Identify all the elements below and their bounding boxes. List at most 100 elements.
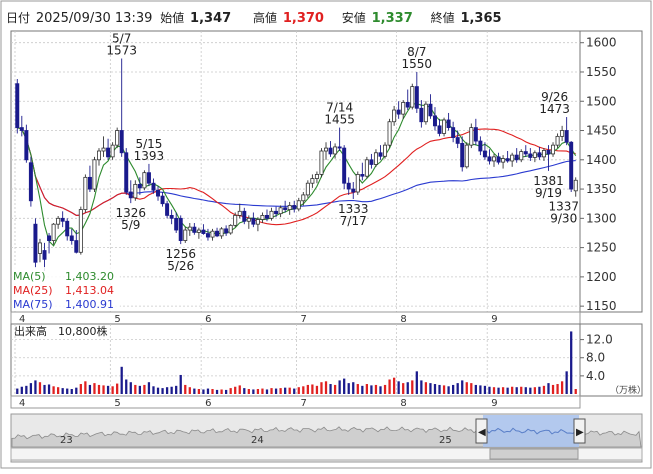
candle-body xyxy=(324,147,329,152)
volume-bar xyxy=(474,384,477,394)
volume-bar xyxy=(320,382,323,394)
volume-bar xyxy=(574,389,577,394)
candle-body xyxy=(510,154,515,162)
candle-body xyxy=(555,135,560,146)
volume-bar xyxy=(370,385,373,394)
candle-body xyxy=(174,217,179,231)
volume-bar xyxy=(38,382,42,394)
volume-bar xyxy=(220,389,223,394)
volume-bar xyxy=(438,384,441,394)
volume-bar xyxy=(47,384,51,394)
volume-bar xyxy=(97,384,101,394)
volume-bar xyxy=(261,388,264,394)
candle-body xyxy=(501,158,506,163)
candle-body xyxy=(446,119,451,128)
candle-body xyxy=(28,162,33,202)
high-label: 高値 xyxy=(253,10,277,25)
annotation-date: 9/19 xyxy=(535,186,562,200)
price-tick-label: 1600 xyxy=(586,36,617,50)
navigator-scroll-thumb[interactable] xyxy=(489,448,579,460)
candle-body xyxy=(151,182,156,191)
candle-body xyxy=(305,182,310,196)
volume-bar xyxy=(488,386,491,394)
candle-body xyxy=(387,121,392,146)
candle-body xyxy=(351,188,356,193)
volume-bar xyxy=(70,389,73,394)
candle-body xyxy=(333,146,338,155)
candle-body xyxy=(519,151,524,161)
volume-bar xyxy=(215,389,219,394)
volume-bar xyxy=(265,389,269,394)
volume-bar xyxy=(365,384,369,394)
candle-body xyxy=(192,226,197,233)
candle-body xyxy=(146,172,151,184)
volume-bar xyxy=(497,387,500,394)
volume-bar xyxy=(56,387,60,394)
volume-bar xyxy=(479,385,482,394)
volume-bar xyxy=(297,387,300,394)
volume-bar xyxy=(120,366,123,394)
volume-bar xyxy=(161,388,164,394)
volume-bar xyxy=(529,387,532,394)
volume-bar xyxy=(116,383,119,394)
volume-bar xyxy=(170,386,173,394)
candle-body xyxy=(560,130,565,137)
volume-bar xyxy=(442,385,446,394)
volume-bar xyxy=(524,387,527,394)
volume-bar xyxy=(165,387,169,394)
close-label: 終値 xyxy=(431,10,455,25)
candle-body xyxy=(414,86,419,109)
month-label: 5 xyxy=(114,314,120,325)
candle-body xyxy=(541,150,546,158)
volume-bar xyxy=(388,379,391,394)
volume-bar xyxy=(547,383,550,394)
volume-tick-label: 4.0 xyxy=(586,369,605,383)
volume-bar xyxy=(16,388,19,394)
candle-body xyxy=(296,200,301,210)
annotation-value: 1455 xyxy=(324,113,355,127)
candle-body xyxy=(428,103,433,117)
candle-body xyxy=(496,156,501,163)
volume-bar xyxy=(175,385,178,394)
candle-body xyxy=(569,141,574,190)
candle-body xyxy=(383,144,388,157)
candle-body xyxy=(514,154,519,161)
volume-bar xyxy=(288,387,291,394)
volume-bar xyxy=(565,371,568,394)
open-label: 始値 xyxy=(160,10,184,25)
candle-body xyxy=(83,176,88,210)
candle-body xyxy=(442,119,447,134)
candle-body xyxy=(37,242,42,254)
volume-bar xyxy=(333,384,337,394)
month-label: 6 xyxy=(205,398,211,409)
volume-bar xyxy=(152,386,155,394)
volume-bar xyxy=(79,384,82,394)
volume-bar xyxy=(560,381,564,394)
legend-value: 1,403.20 xyxy=(65,270,114,283)
navigator-left-handle[interactable]: ◀ xyxy=(475,418,488,444)
volume-bar xyxy=(520,386,523,394)
volume-bar xyxy=(461,380,464,394)
candle-body xyxy=(183,229,188,241)
candle-body xyxy=(92,159,97,190)
candle-body xyxy=(278,207,283,215)
volume-bar xyxy=(383,384,387,394)
candle-body xyxy=(133,183,138,199)
volume-bar xyxy=(211,389,214,394)
stock-chart-window: 日付 2025/09/30 13:39 始値 1,347 高値 1,370 安値… xyxy=(0,0,653,470)
navigator-right-handle[interactable]: ▶ xyxy=(573,418,586,444)
price-tick-label: 1300 xyxy=(586,211,617,225)
open-value: 1,347 xyxy=(190,11,231,26)
volume-bar xyxy=(538,386,541,394)
volume-bar xyxy=(347,383,350,394)
volume-bar xyxy=(447,386,450,394)
candle-body xyxy=(215,230,220,237)
volume-bar xyxy=(29,383,33,394)
price-tick-label: 1150 xyxy=(586,299,617,313)
volume-bar xyxy=(542,385,546,394)
candle-body xyxy=(196,229,201,233)
candle-body xyxy=(392,109,397,123)
candle-body xyxy=(97,150,101,161)
high-value: 1,370 xyxy=(283,11,324,26)
volume-bar xyxy=(34,380,37,394)
